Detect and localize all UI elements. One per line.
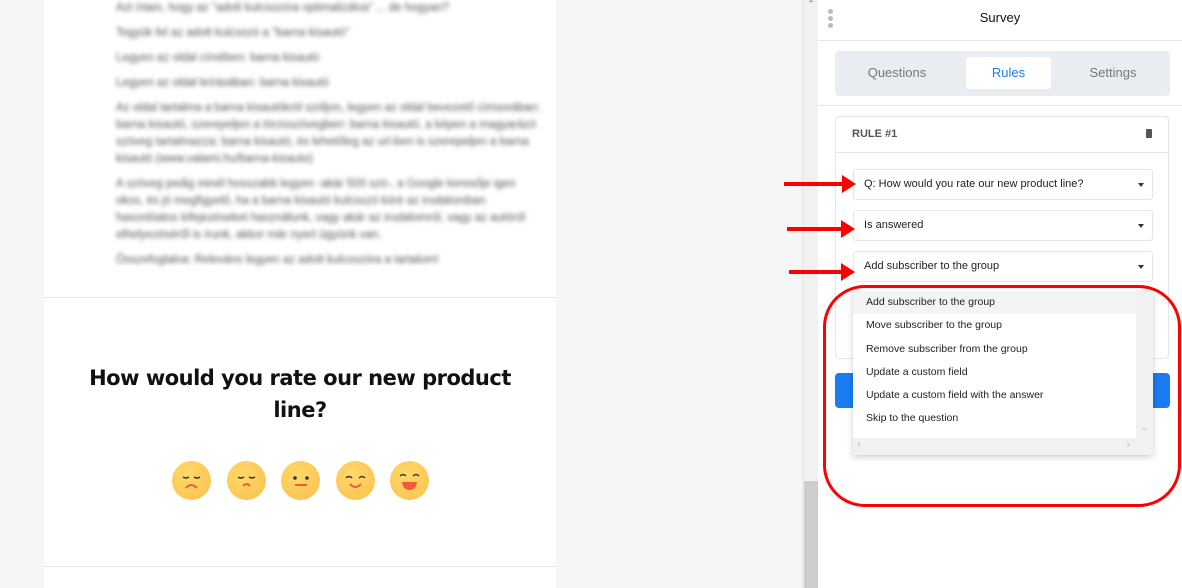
annotation-arrow xyxy=(787,220,855,238)
neutral-face-icon[interactable] xyxy=(281,461,320,500)
rule-heading: RULE #1 xyxy=(836,117,1168,153)
paragraph: Legyen az oldal címében: barna kisautó xyxy=(116,52,320,64)
paragraph: Tegyük fel az adott kulcsszó a "barna ki… xyxy=(116,27,350,39)
divider xyxy=(818,40,1182,41)
paragraph: Legyen az oldal leírásában: barna kisaut… xyxy=(116,77,329,89)
panel-title: Survey xyxy=(979,10,1021,25)
paragraph: Összefoglalva: Releváns legyen az adott … xyxy=(116,254,439,266)
survey-preview-card: Azt írtam, hogy az "adott kulcsszóra opt… xyxy=(44,0,556,588)
question-select-value: Q: How would you rate our new product li… xyxy=(864,178,1084,190)
sad-face-icon[interactable] xyxy=(227,461,266,500)
paragraph: Azt írtam, hogy az "adott kulcsszóra opt… xyxy=(116,2,449,14)
tab-bar: Questions Rules Settings xyxy=(835,51,1170,96)
divider xyxy=(44,566,556,567)
tab-settings[interactable]: Settings xyxy=(1063,57,1163,89)
caret-down-icon xyxy=(1138,183,1144,187)
annotation-arrow xyxy=(784,175,856,193)
condition-select-value: Is answered xyxy=(864,219,924,231)
action-select-value: Add subscriber to the group xyxy=(864,260,1000,272)
page-scrollbar[interactable]: ˆ xyxy=(802,0,818,588)
condition-select[interactable]: Is answered xyxy=(853,210,1153,241)
paragraph: A szöveg pedig minél hosszabb legyen -ak… xyxy=(116,178,526,241)
paragraph: Az oldal tartalma a barna kisautókról sz… xyxy=(116,102,541,165)
very-sad-face-icon[interactable] xyxy=(172,461,211,500)
scroll-up-icon[interactable]: ˆ xyxy=(803,0,819,14)
tab-questions[interactable]: Questions xyxy=(847,57,947,89)
question-select[interactable]: Q: How would you rate our new product li… xyxy=(853,169,1153,200)
tab-rules[interactable]: Rules xyxy=(966,57,1051,89)
caret-down-icon xyxy=(1138,224,1144,228)
blurred-article-text: Azt írtam, hogy az "adott kulcsszóra opt… xyxy=(116,0,541,277)
trash-icon[interactable] xyxy=(1146,129,1152,138)
divider xyxy=(818,105,1182,106)
annotation-arrow xyxy=(789,263,855,281)
scrollbar-thumb[interactable] xyxy=(804,481,818,588)
action-select[interactable]: Add subscriber to the group xyxy=(853,251,1153,282)
divider xyxy=(44,297,556,298)
laughing-face-icon[interactable] xyxy=(390,461,429,500)
smiling-face-icon[interactable] xyxy=(336,461,375,500)
caret-down-icon xyxy=(1138,265,1144,269)
annotation-highlight-circle xyxy=(823,285,1181,507)
question-title: How would you rate our new product line? xyxy=(89,366,511,422)
